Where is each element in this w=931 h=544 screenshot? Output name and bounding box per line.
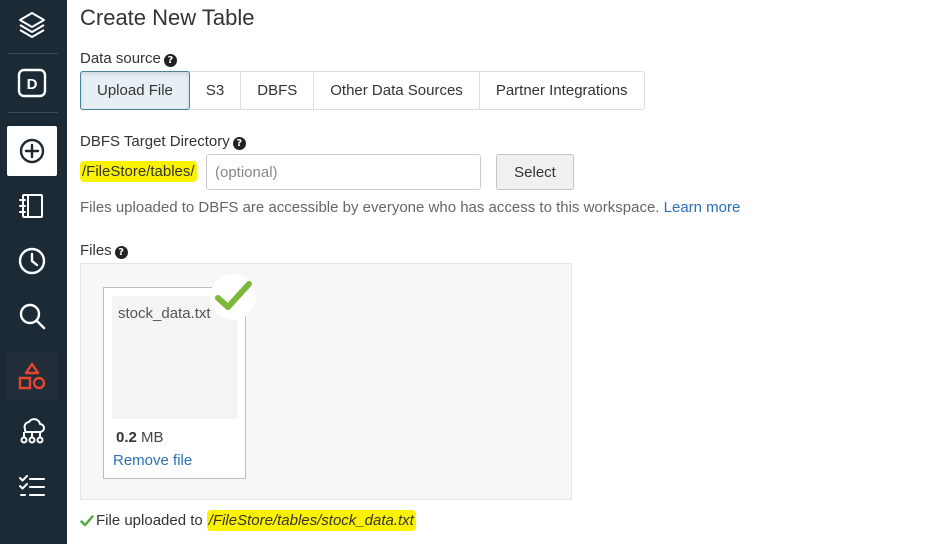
sidebar-item-clusters[interactable]: [7, 406, 57, 456]
sidebar-item-data[interactable]: [7, 351, 57, 401]
sidebar-item-notebook[interactable]: [7, 181, 57, 231]
tab-dbfs[interactable]: DBFS: [241, 72, 315, 109]
sidebar-item-jobs[interactable]: [7, 461, 57, 511]
dbfs-target-label-text: DBFS Target Directory: [80, 133, 230, 150]
checkmark-icon: [215, 281, 252, 310]
data-source-label: Data source?: [80, 50, 177, 67]
layers-icon: [19, 12, 45, 38]
sidebar: D: [0, 0, 67, 544]
main-content: Create New Table Data source? Upload Fil…: [80, 0, 931, 544]
sidebar-item-search[interactable]: [7, 291, 57, 341]
notebook-icon: [19, 194, 43, 218]
learn-more-link[interactable]: Learn more: [664, 199, 741, 216]
data-source-tabs: Upload File S3 DBFS Other Data Sources P…: [80, 71, 645, 110]
file-size-value: 0.2: [116, 429, 137, 446]
file-name: stock_data.txt: [118, 305, 211, 322]
sidebar-item-home[interactable]: [7, 0, 57, 50]
page-title: Create New Table: [80, 5, 255, 30]
jobs-checklist-icon: [19, 475, 45, 496]
tab-s3[interactable]: S3: [190, 72, 242, 109]
help-icon[interactable]: ?: [163, 54, 177, 67]
upload-status-text: File uploaded to: [96, 512, 203, 529]
data-source-label-text: Data source: [80, 50, 161, 67]
file-size: 0.2 MB: [116, 429, 164, 446]
search-icon: [19, 303, 46, 330]
files-label-text: Files: [80, 242, 112, 259]
help-icon[interactable]: ?: [114, 246, 128, 259]
file-dropzone[interactable]: stock_data.txt 0.2 MB Remove file: [80, 263, 572, 500]
dbfs-path-prefix: /FileStore/tables/: [80, 154, 197, 188]
remove-file-link[interactable]: Remove file: [113, 452, 192, 469]
target-directory-input[interactable]: [206, 154, 481, 190]
create-plus-icon: [19, 138, 45, 164]
tab-other-data-sources[interactable]: Other Data Sources: [314, 72, 480, 109]
file-size-unit: MB: [141, 429, 164, 446]
uploaded-file-path: /FileStore/tables/stock_data.txt: [206, 510, 416, 531]
upload-status: File uploaded to /FileStore/tables/stock…: [80, 510, 416, 531]
sidebar-item-recent[interactable]: [7, 236, 57, 286]
access-note: Files uploaded to DBFS are accessible by…: [80, 199, 740, 216]
tab-upload-file[interactable]: Upload File: [80, 71, 190, 110]
help-icon[interactable]: ?: [232, 137, 246, 150]
files-label: Files?: [80, 242, 128, 259]
select-button[interactable]: Select: [496, 154, 574, 190]
tab-partner-integrations[interactable]: Partner Integrations: [480, 72, 644, 109]
svg-text:D: D: [27, 76, 38, 93]
file-card: stock_data.txt 0.2 MB Remove file: [103, 274, 256, 479]
access-note-text: Files uploaded to DBFS are accessible by…: [80, 199, 660, 216]
cluster-icon: [20, 418, 45, 444]
recent-clock-icon: [18, 247, 46, 275]
workspace-d-icon: D: [17, 68, 47, 98]
upload-success-badge: [210, 274, 256, 320]
sidebar-item-create[interactable]: [7, 126, 57, 176]
shapes-icon: [18, 362, 46, 390]
success-check-icon: [80, 514, 94, 526]
sidebar-item-workspace[interactable]: D: [7, 58, 57, 108]
dbfs-target-label: DBFS Target Directory?: [80, 133, 246, 150]
dbfs-path-prefix-text: /FileStore/tables/: [80, 160, 197, 182]
